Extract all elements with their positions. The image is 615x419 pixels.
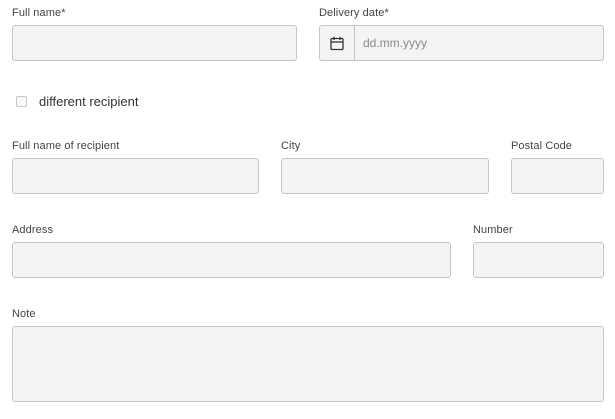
delivery-date-label: Delivery date* xyxy=(319,7,389,19)
full-name-label: Full name* xyxy=(12,7,66,19)
calendar-button[interactable] xyxy=(320,26,355,60)
delivery-date-input[interactable] xyxy=(355,26,603,60)
note-label: Note xyxy=(12,308,36,320)
postal-code-label: Postal Code xyxy=(511,140,573,152)
different-recipient-label[interactable]: different recipient xyxy=(39,94,139,109)
address-input[interactable] xyxy=(12,242,451,278)
different-recipient-checkbox-row[interactable]: different recipient xyxy=(16,94,139,109)
address-label: Address xyxy=(12,224,54,236)
note-textarea[interactable] xyxy=(12,326,604,402)
recipient-name-input[interactable] xyxy=(12,158,259,194)
number-label: Number xyxy=(473,224,513,236)
city-label: City xyxy=(281,140,301,152)
postal-code-input[interactable] xyxy=(511,158,604,194)
calendar-icon xyxy=(330,36,344,50)
full-name-input[interactable] xyxy=(12,25,297,61)
delivery-date-field xyxy=(319,25,604,61)
different-recipient-checkbox[interactable] xyxy=(16,96,27,107)
recipient-name-label: Full name of recipient xyxy=(12,140,120,152)
city-input[interactable] xyxy=(281,158,489,194)
number-input[interactable] xyxy=(473,242,604,278)
